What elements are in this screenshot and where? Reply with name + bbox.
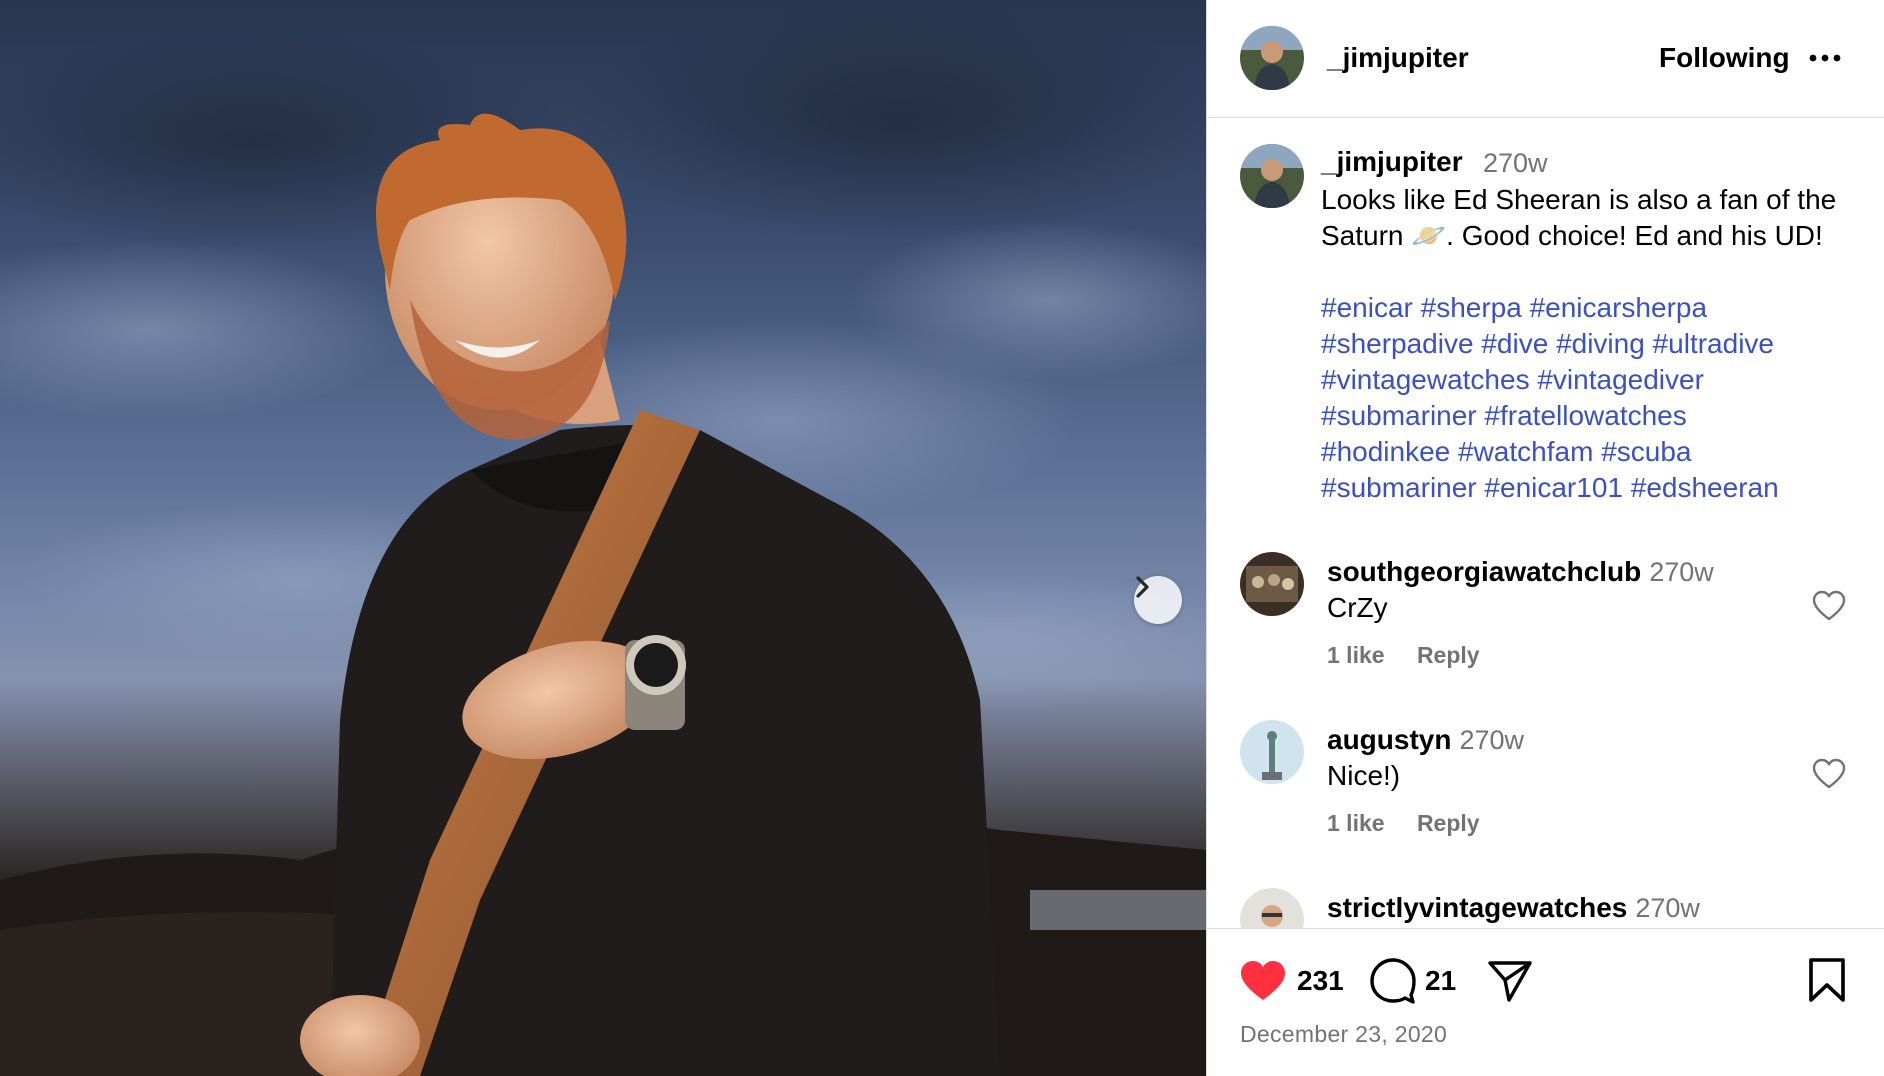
caption-username[interactable]: _jimjupiter: [1321, 146, 1463, 178]
commenter-avatar[interactable]: [1240, 720, 1304, 784]
caption-timestamp[interactable]: 270w: [1483, 148, 1548, 179]
comment-text: CrZy: [1327, 592, 1388, 623]
comment-username[interactable]: strictlyvintagewatches 270w: [1327, 892, 1700, 924]
hashtag-link[interactable]: #enicarsherpa: [1530, 292, 1707, 323]
likes-count[interactable]: 231: [1297, 965, 1344, 997]
hashtag-link[interactable]: #enicar: [1321, 292, 1413, 323]
comment-item: southgeorgiawatchclub 270w CrZy 1 like Re…: [1207, 552, 1884, 702]
comment-text: Nice!): [1327, 760, 1401, 791]
chevron-right-icon: [1136, 576, 1149, 598]
post-details-panel: _jimjupiter Following _jimjupiter 270w L…: [1206, 0, 1884, 1076]
comment-reply-button[interactable]: Reply: [1417, 642, 1480, 668]
hashtag-link[interactable]: #submariner: [1321, 400, 1477, 431]
heart-outline-icon[interactable]: [1812, 590, 1846, 622]
comment-timestamp[interactable]: 270w: [1459, 725, 1524, 755]
paper-plane-icon[interactable]: [1487, 959, 1533, 1003]
comment-actions: 1 like Reply: [1327, 642, 1506, 669]
hashtag-link[interactable]: #ultradive: [1653, 328, 1774, 359]
comments-scroll-area[interactable]: _jimjupiter 270w Looks like Ed Sheeran i…: [1207, 118, 1884, 928]
comment-item: strictlyvintagewatches 270w: [1207, 888, 1884, 928]
post-header: _jimjupiter Following: [1207, 0, 1884, 118]
post-date[interactable]: December 23, 2020: [1240, 1021, 1447, 1048]
hashtag-link[interactable]: #sherpadive: [1321, 328, 1474, 359]
hashtag-link[interactable]: #scuba: [1601, 436, 1691, 467]
caption-hashtags: #enicar #sherpa #enicarsherpa #sherpadive…: [1321, 290, 1841, 506]
hashtag-link[interactable]: #hodinkee: [1321, 436, 1450, 467]
bookmark-icon[interactable]: [1807, 957, 1847, 1003]
hashtag-link[interactable]: #dive: [1481, 328, 1548, 359]
commenter-avatar[interactable]: [1240, 888, 1304, 928]
following-button[interactable]: Following: [1659, 42, 1790, 74]
hashtag-link[interactable]: #fratellowatches: [1484, 400, 1686, 431]
heart-filled-icon[interactable]: [1239, 959, 1287, 1003]
author-avatar[interactable]: [1240, 26, 1304, 90]
hashtag-link[interactable]: #watchfam: [1458, 436, 1593, 467]
comment-likes[interactable]: 1 like: [1327, 810, 1385, 836]
comments-count[interactable]: 21: [1425, 965, 1456, 997]
post-photo-image: [0, 0, 1206, 1076]
hashtag-link[interactable]: #submariner: [1321, 472, 1477, 503]
comment-likes[interactable]: 1 like: [1327, 642, 1385, 668]
commenter-avatar[interactable]: [1240, 552, 1304, 616]
post-photo[interactable]: [0, 0, 1206, 1076]
comment-item: augustyn 270w Nice!) 1 like Reply: [1207, 720, 1884, 870]
post-actions-bar: 231 21 December 23, 2020: [1207, 928, 1884, 1076]
comment-reply-button[interactable]: Reply: [1417, 810, 1480, 836]
heart-outline-icon[interactable]: [1812, 758, 1846, 790]
hashtag-link[interactable]: #vintagewatches: [1321, 364, 1530, 395]
hashtag-link[interactable]: #vintagediver: [1537, 364, 1704, 395]
hashtag-link[interactable]: #diving: [1556, 328, 1645, 359]
hashtag-link[interactable]: #edsheeran: [1631, 472, 1779, 503]
comment-timestamp[interactable]: 270w: [1649, 557, 1714, 587]
hashtag-link[interactable]: #enicar101: [1484, 472, 1623, 503]
more-horizontal-icon[interactable]: [1807, 40, 1847, 76]
caption-author-avatar[interactable]: [1240, 144, 1304, 208]
next-photo-button[interactable]: [1134, 576, 1182, 624]
comment-bubble-icon[interactable]: [1369, 957, 1417, 1005]
author-username[interactable]: _jimjupiter: [1327, 42, 1469, 74]
comment-username[interactable]: augustyn 270w: [1327, 724, 1524, 756]
hashtag-link[interactable]: #sherpa: [1421, 292, 1522, 323]
caption-text: Looks like Ed Sheeran is also a fan of t…: [1321, 184, 1837, 251]
comment-timestamp[interactable]: 270w: [1635, 893, 1700, 923]
comment-username[interactable]: southgeorgiawatchclub 270w: [1327, 556, 1714, 588]
comment-actions: 1 like Reply: [1327, 810, 1506, 837]
